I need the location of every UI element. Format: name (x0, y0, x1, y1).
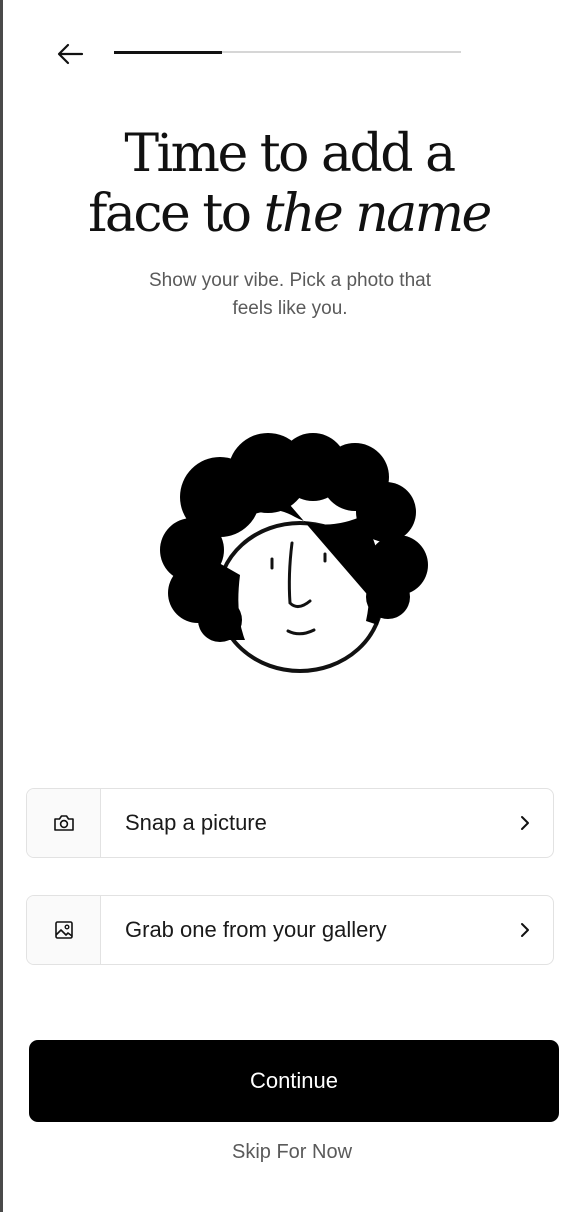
snap-picture-option[interactable]: Snap a picture (26, 788, 554, 858)
image-gallery-icon (54, 921, 73, 939)
option-chevron (497, 896, 553, 964)
subtitle-line-2: feels like you. (232, 298, 348, 319)
back-button[interactable] (52, 36, 88, 72)
title-line-1: Time to add a (124, 124, 456, 184)
option-chevron (497, 789, 553, 857)
arrow-left-icon (57, 43, 84, 65)
skip-for-now-link[interactable]: Skip For Now (0, 1141, 578, 1164)
page-title: Time to add a face to the name (0, 124, 578, 244)
option-icon-cell (27, 896, 101, 964)
title-line-2: face to the name (0, 184, 578, 244)
gallery-label: Grab one from your gallery (125, 917, 387, 942)
onboarding-progress-bar (114, 50, 461, 54)
option-icon-cell (27, 789, 101, 857)
chevron-right-icon (521, 923, 529, 937)
chevron-right-icon (521, 816, 529, 830)
continue-button[interactable]: Continue (29, 1040, 559, 1122)
curly-hair-avatar-illustration (160, 433, 428, 673)
progress-fill (114, 50, 222, 54)
gallery-option[interactable]: Grab one from your gallery (26, 895, 554, 965)
subtitle-line-1: Show your vibe. Pick a photo that (149, 270, 431, 291)
camera-icon (53, 815, 74, 831)
page-subtitle: Show your vibe. Pick a photo that feels … (100, 267, 480, 323)
snap-picture-label: Snap a picture (125, 810, 267, 835)
title-line-2-italic: the name (263, 184, 493, 244)
title-line-2-regular: face to (88, 184, 264, 244)
